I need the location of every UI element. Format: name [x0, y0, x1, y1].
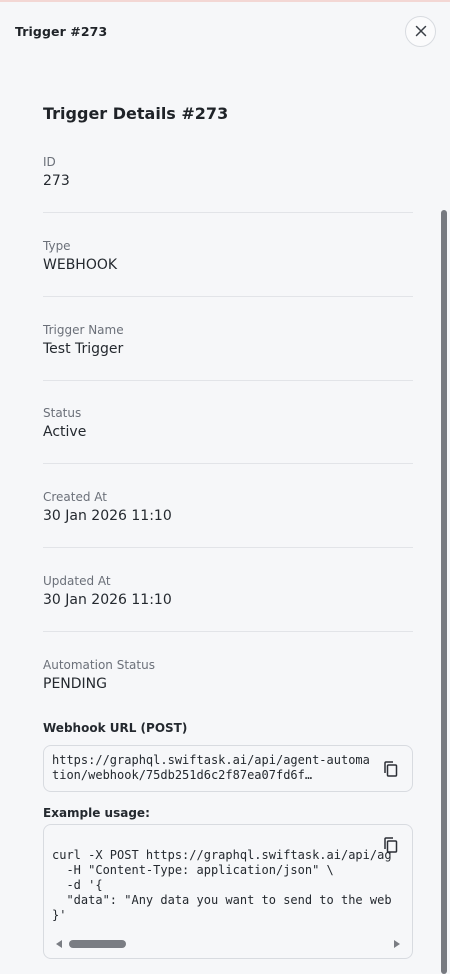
field-trigger-name: Trigger Name Test Trigger	[43, 322, 413, 381]
field-status: Status Active	[43, 405, 413, 464]
field-label: Status	[43, 406, 82, 420]
example-usage-label: Example usage:	[43, 806, 150, 820]
webhook-url-label: Webhook URL (POST)	[43, 721, 188, 735]
trigger-details-section: Trigger Details #273 ID 273 Type WEBHOOK…	[43, 102, 413, 959]
field-updated-at: Updated At 30 Jan 2026 11:10	[43, 573, 413, 632]
details-heading: Trigger Details #273	[43, 104, 229, 123]
field-value: Test Trigger	[43, 341, 124, 357]
field-value: WEBHOOK	[43, 257, 118, 273]
example-code-block[interactable]: curl -X POST https://graphql.swiftask.ai…	[43, 824, 413, 959]
field-id: ID 273	[43, 154, 413, 213]
field-value: 273	[43, 173, 70, 189]
field-label: Trigger Name	[43, 323, 124, 337]
field-value: 30 Jan 2026 11:10	[43, 592, 172, 608]
horizontal-scrollbar[interactable]	[54, 937, 402, 951]
vertical-scrollbar[interactable]	[441, 210, 447, 974]
field-type: Type WEBHOOK	[43, 238, 413, 297]
horizontal-scroll-thumb[interactable]	[69, 940, 126, 948]
close-button[interactable]	[405, 15, 436, 47]
field-value: Active	[43, 424, 87, 440]
scroll-right-arrow-icon[interactable]	[394, 940, 400, 948]
field-value: 30 Jan 2026 11:10	[43, 508, 172, 524]
webhook-url-field[interactable]: https://graphql.swiftask.ai/api/agent-au…	[43, 745, 413, 792]
close-icon	[415, 25, 426, 37]
field-created-at: Created At 30 Jan 2026 11:10	[43, 489, 413, 548]
field-label: Type	[43, 239, 71, 253]
copy-icon[interactable]	[382, 760, 400, 778]
example-code-text: curl -X POST https://graphql.swiftask.ai…	[52, 848, 392, 922]
field-label: Automation Status	[43, 658, 155, 672]
panel-header: Trigger #273	[0, 2, 450, 60]
panel-title: Trigger #273	[15, 23, 108, 39]
field-label: Updated At	[43, 574, 111, 588]
webhook-url-text[interactable]: https://graphql.swiftask.ai/api/agent-au…	[52, 753, 372, 783]
field-automation-status: Automation Status PENDING	[43, 657, 413, 716]
field-value: PENDING	[43, 676, 107, 692]
field-label: ID	[43, 155, 56, 169]
field-label: Created At	[43, 490, 108, 504]
scroll-left-arrow-icon[interactable]	[56, 940, 62, 948]
